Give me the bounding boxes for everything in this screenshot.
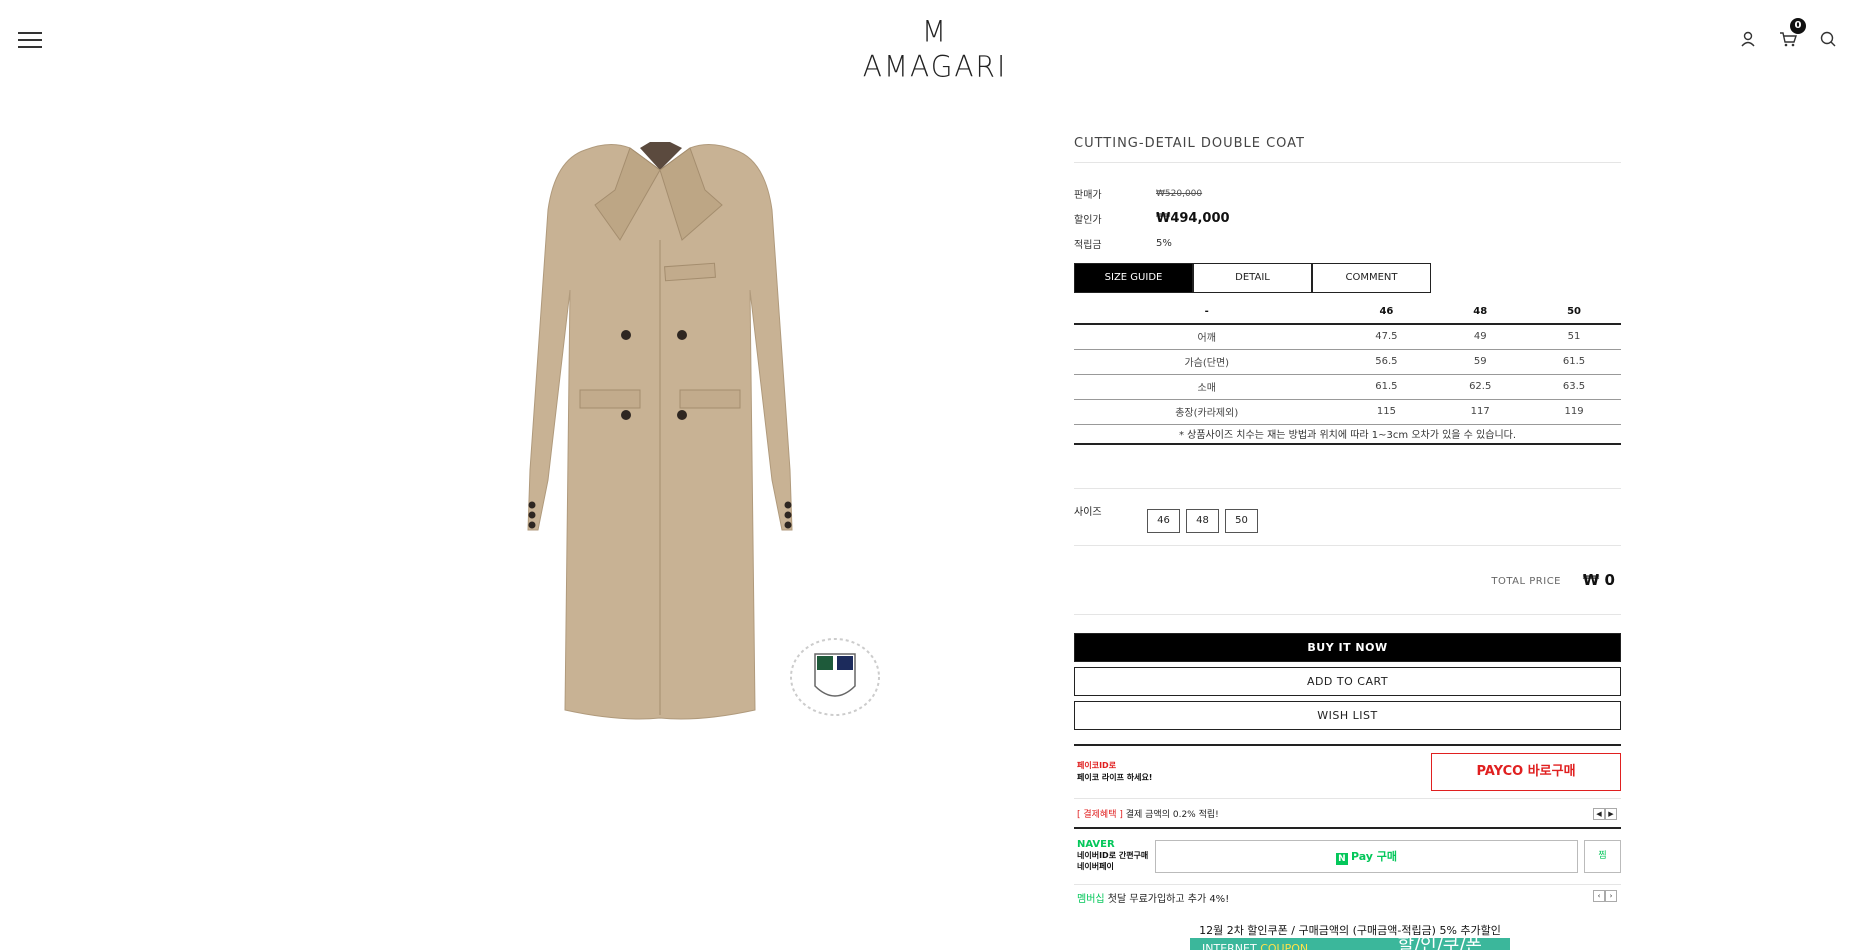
coupon-text-b: COUPON <box>1260 942 1309 950</box>
payco-line1: 페이코ID로 <box>1077 761 1117 770</box>
brand-logo[interactable]: M AMAGARI <box>860 14 1010 83</box>
payco-line2: 페이코 라이프 하세요! <box>1077 773 1153 782</box>
promo-text: 12월 2차 할인쿠폰 / 구매금액의 (구매금액-적립금) 5% 추가할인 <box>1199 924 1501 937</box>
points-rate: 5% <box>1156 238 1172 249</box>
payco-text: 페이코ID로 페이코 라이프 하세요! <box>1077 760 1152 784</box>
product-title: CUTTING-DETAIL DOUBLE COAT <box>1074 122 1621 163</box>
table-cell: 56.5 <box>1339 349 1434 375</box>
naver-benefit-text: 멤버십 첫달 무료가입하고 추가 4%! <box>1077 890 1229 905</box>
size-note: * 상품사이즈 치수는 재는 방법과 위치에 따라 1~3cm 오차가 있을 수… <box>1074 424 1621 445</box>
next-arrow-icon[interactable]: › <box>1605 890 1617 902</box>
next-arrow-icon[interactable]: ▶ <box>1605 808 1617 820</box>
naver-benefit-tag: 멤버십 <box>1077 894 1105 905</box>
table-cell: 62.5 <box>1433 374 1528 400</box>
price-label: 할인가 <box>1074 215 1102 226</box>
price-row-points: 적립금 5% <box>1074 231 1621 256</box>
table-header: - <box>1074 299 1340 325</box>
size-label: 사이즈 <box>1074 507 1102 518</box>
site-header: M AMAGARI 0 <box>0 0 1869 84</box>
payco-block: 페이코ID로 페이코 라이프 하세요! PAYCO 바로구매 <box>1074 744 1621 798</box>
table-cell: 47.5 <box>1339 324 1434 350</box>
table-cell: 소매 <box>1074 374 1340 400</box>
table-cell: 119 <box>1527 399 1621 425</box>
table-cell: 49 <box>1433 324 1528 350</box>
table-note-row: * 상품사이즈 치수는 재는 방법과 위치에 따라 1~3cm 오차가 있을 수… <box>1074 424 1621 445</box>
payco-benefit-text: [ 결제혜택 ] 결제 금액의 0.2% 적립! <box>1077 807 1219 820</box>
search-icon[interactable] <box>1817 28 1839 50</box>
naver-benefit: 멤버십 첫달 무료가입하고 추가 4%! ‹ › <box>1074 884 1621 907</box>
size-options: 46 48 50 <box>1147 509 1258 533</box>
wish-list-button[interactable]: WISH LIST <box>1074 701 1621 730</box>
naver-line1: 네이버ID로 간편구매 <box>1077 851 1149 860</box>
table-row: 가슴(단면) 56.5 59 61.5 <box>1074 349 1621 375</box>
price-label: 적립금 <box>1074 240 1102 251</box>
user-icon[interactable] <box>1737 28 1759 50</box>
coupon-banner[interactable]: INTERNET COUPON 할/인/쿠/폰 <box>1190 938 1510 950</box>
prev-arrow-icon[interactable]: ◀ <box>1593 808 1605 820</box>
prev-arrow-icon[interactable]: ‹ <box>1593 890 1605 902</box>
table-cell: 총장(카라제외) <box>1074 399 1340 425</box>
price-label: 판매가 <box>1074 190 1102 201</box>
size-guide-table: - 46 48 50 어깨 47.5 49 51 가슴(단면) 56.5 59 … <box>1074 299 1621 445</box>
naver-benefit-arrows: ‹ › <box>1593 890 1617 902</box>
header-icons: 0 <box>1737 18 1839 50</box>
cart-icon[interactable]: 0 <box>1777 18 1806 50</box>
price-row-original: 판매가 ₩520,000 <box>1074 181 1621 206</box>
table-cell: 61.5 <box>1527 349 1621 375</box>
product-info-panel: CUTTING-DETAIL DOUBLE COAT 판매가 ₩520,000 … <box>1074 110 1621 907</box>
total-price-block: TOTAL PRICE ₩ 0 <box>1074 545 1621 615</box>
coupon-text-a: INTERNET <box>1202 942 1261 950</box>
info-tabs: SIZE GUIDE DETAIL COMMENT <box>1074 263 1621 293</box>
menu-icon[interactable] <box>18 32 42 48</box>
size-option-48[interactable]: 48 <box>1186 509 1219 533</box>
price-row-sale: 할인가 ₩494,000 <box>1074 206 1621 231</box>
naver-text: NAVER 네이버ID로 간편구매 네이버페이 <box>1077 839 1148 872</box>
add-to-cart-button[interactable]: ADD TO CART <box>1074 667 1621 696</box>
table-cell: 115 <box>1339 399 1434 425</box>
payco-buy-button[interactable]: PAYCO 바로구매 <box>1431 753 1621 791</box>
naver-benefit-desc: 첫달 무료가입하고 추가 4%! <box>1104 894 1230 905</box>
product-image[interactable] <box>510 130 810 720</box>
table-cell: 59 <box>1433 349 1528 375</box>
naver-line2: 네이버페이 <box>1077 862 1114 871</box>
table-row: 총장(카라제외) 115 117 119 <box>1074 399 1621 425</box>
sale-price: ₩494,000 <box>1156 211 1230 226</box>
tab-detail[interactable]: DETAIL <box>1193 263 1312 293</box>
payco-benefit-tag: [ 결제혜택 ] <box>1077 810 1123 820</box>
table-header: 46 <box>1339 299 1434 325</box>
tab-size-guide[interactable]: SIZE GUIDE <box>1074 263 1193 293</box>
naver-brand: NAVER <box>1077 839 1115 850</box>
payco-benefit-desc: 결제 금액의 0.2% 적립! <box>1122 810 1219 820</box>
payco-benefit-arrows: ◀ ▶ <box>1593 808 1617 820</box>
naver-pay-block: NAVER 네이버ID로 간편구매 네이버페이 N Pay 구매 찜 <box>1074 827 1621 884</box>
naver-zzim-button[interactable]: 찜 <box>1584 840 1621 873</box>
table-cell: 117 <box>1433 399 1528 425</box>
naver-n-icon: N <box>1335 853 1348 865</box>
size-option-46[interactable]: 46 <box>1147 509 1180 533</box>
table-cell: 51 <box>1527 324 1621 350</box>
table-row: 소매 61.5 62.5 63.5 <box>1074 374 1621 400</box>
buy-now-button[interactable]: BUY IT NOW <box>1074 633 1621 662</box>
table-cell: 61.5 <box>1339 374 1434 400</box>
naver-pay-button[interactable]: N Pay 구매 <box>1155 840 1578 873</box>
total-price-value: ₩ 0 <box>1582 571 1615 589</box>
table-cell: 63.5 <box>1527 374 1621 400</box>
coupon-text-big: 할/인/쿠/폰 <box>1397 938 1482 950</box>
table-header: 50 <box>1527 299 1621 325</box>
payco-benefit: [ 결제혜택 ] 결제 금액의 0.2% 적립! ◀ ▶ <box>1074 798 1621 827</box>
table-cell: 가슴(단면) <box>1074 349 1340 375</box>
size-option-50[interactable]: 50 <box>1225 509 1258 533</box>
size-selector: 사이즈 46 48 50 <box>1074 488 1621 545</box>
table-cell: 어깨 <box>1074 324 1340 350</box>
cart-count-badge: 0 <box>1790 18 1806 34</box>
tab-comment[interactable]: COMMENT <box>1312 263 1431 293</box>
original-price: ₩520,000 <box>1156 188 1203 199</box>
mtr-emblem-icon <box>790 638 880 716</box>
table-row: 어깨 47.5 49 51 <box>1074 324 1621 350</box>
total-price-label: TOTAL PRICE <box>1491 576 1561 587</box>
table-header: 48 <box>1433 299 1528 325</box>
naver-pay-label: Pay 구매 <box>1350 850 1398 863</box>
table-header-row: - 46 48 50 <box>1074 299 1621 325</box>
